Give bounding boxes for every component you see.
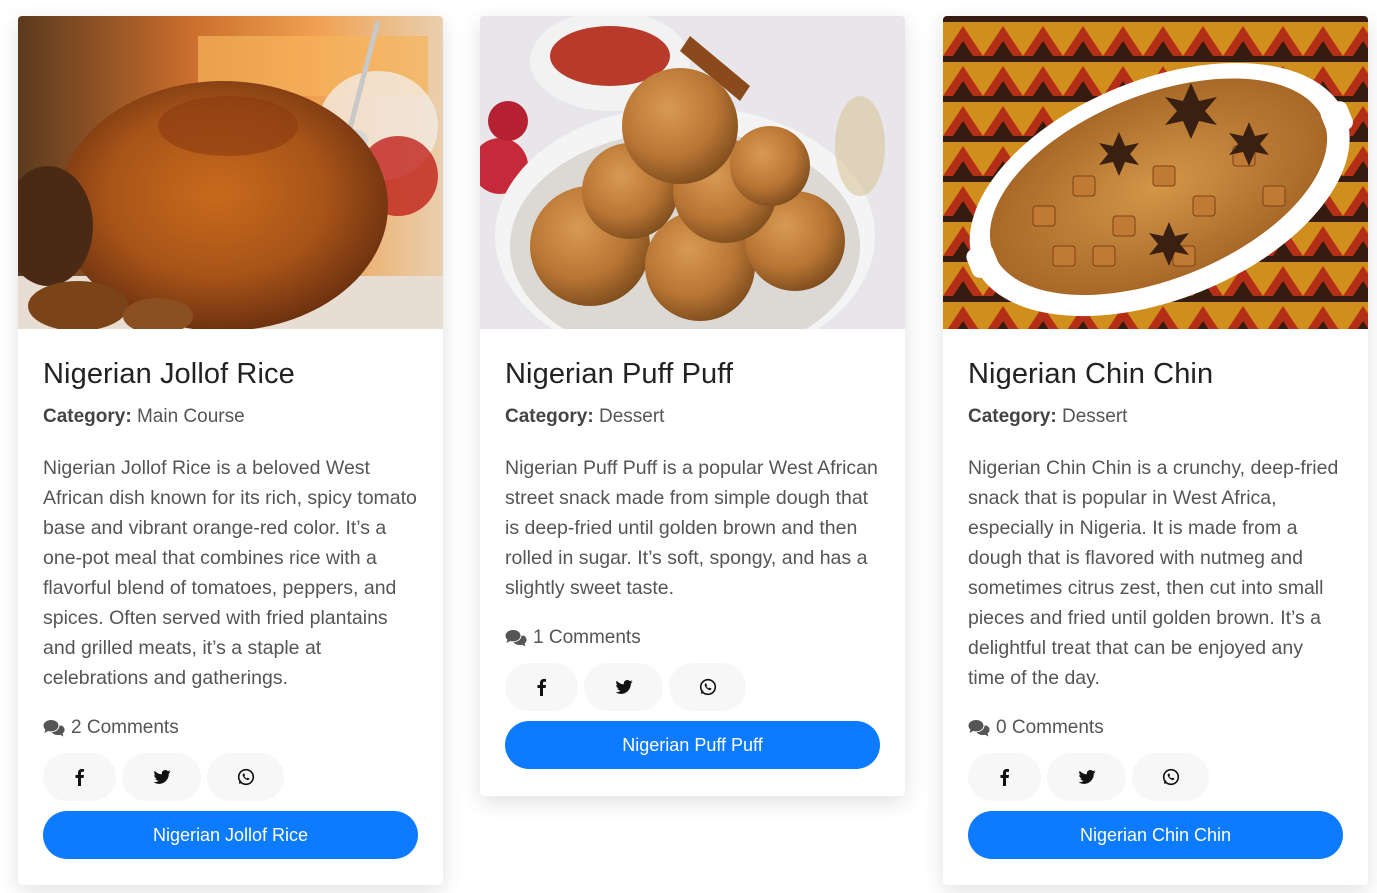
category-label: Category: xyxy=(505,406,594,427)
card-category: Category: Main Course xyxy=(43,405,418,429)
comments-count: 0 Comments xyxy=(996,717,1104,738)
twitter-share-button[interactable] xyxy=(584,663,663,711)
comments-count: 2 Comments xyxy=(71,717,179,738)
category-label: Category: xyxy=(43,406,132,427)
chin-chin-photo xyxy=(943,16,1368,329)
recipe-card-jollof-rice: Nigerian Jollof Rice Category: Main Cour… xyxy=(18,16,443,885)
comments-icon xyxy=(968,720,990,737)
share-buttons xyxy=(43,753,418,801)
puff-puff-photo xyxy=(480,16,905,329)
facebook-icon xyxy=(1000,769,1009,786)
whatsapp-icon xyxy=(699,678,716,696)
whatsapp-icon xyxy=(237,768,254,786)
jollof-rice-photo xyxy=(18,16,443,329)
comments-link[interactable]: 2 Comments xyxy=(43,715,418,741)
comments-link[interactable]: 0 Comments xyxy=(968,715,1343,741)
card-title: Nigerian Jollof Rice xyxy=(43,358,295,390)
category-value: Main Course xyxy=(136,406,245,427)
twitter-share-button[interactable] xyxy=(1047,753,1126,801)
whatsapp-share-button[interactable] xyxy=(1132,753,1209,801)
comments-icon xyxy=(505,630,527,647)
recipe-button[interactable]: Nigerian Jollof Rice xyxy=(43,811,418,859)
recipe-button[interactable]: Nigerian Chin Chin xyxy=(968,811,1343,859)
category-value: Dessert xyxy=(598,406,665,427)
twitter-icon xyxy=(1078,770,1095,784)
twitter-share-button[interactable] xyxy=(122,753,201,801)
whatsapp-share-button[interactable] xyxy=(669,663,746,711)
card-title: Nigerian Puff Puff xyxy=(505,358,734,390)
comments-link[interactable]: 1 Comments xyxy=(505,625,880,651)
recipe-button[interactable]: Nigerian Puff Puff xyxy=(505,721,880,769)
comments-icon xyxy=(43,720,65,737)
card-description: Nigerian Puff Puff is a popular West Afr… xyxy=(505,457,878,599)
recipe-card-puff-puff: Nigerian Puff Puff Category: Dessert Nig… xyxy=(480,16,905,796)
card-description: Nigerian Jollof Rice is a beloved West A… xyxy=(43,457,417,689)
twitter-icon xyxy=(615,680,632,694)
recipe-card-chin-chin: Nigerian Chin Chin Category: Dessert Nig… xyxy=(943,16,1368,885)
card-category: Category: Dessert xyxy=(968,405,1343,429)
card-category: Category: Dessert xyxy=(505,405,880,429)
category-label: Category: xyxy=(968,406,1057,427)
facebook-share-button[interactable] xyxy=(505,663,578,711)
share-buttons xyxy=(505,663,880,711)
category-value: Dessert xyxy=(1061,406,1128,427)
whatsapp-share-button[interactable] xyxy=(207,753,284,801)
facebook-icon xyxy=(75,769,84,786)
facebook-icon xyxy=(537,679,546,696)
card-description: Nigerian Chin Chin is a crunchy, deep-fr… xyxy=(968,457,1339,689)
card-title: Nigerian Chin Chin xyxy=(968,358,1214,390)
comments-count: 1 Comments xyxy=(533,627,641,648)
whatsapp-icon xyxy=(1162,768,1179,786)
share-buttons xyxy=(968,753,1343,801)
facebook-share-button[interactable] xyxy=(968,753,1041,801)
twitter-icon xyxy=(153,770,170,784)
facebook-share-button[interactable] xyxy=(43,753,116,801)
